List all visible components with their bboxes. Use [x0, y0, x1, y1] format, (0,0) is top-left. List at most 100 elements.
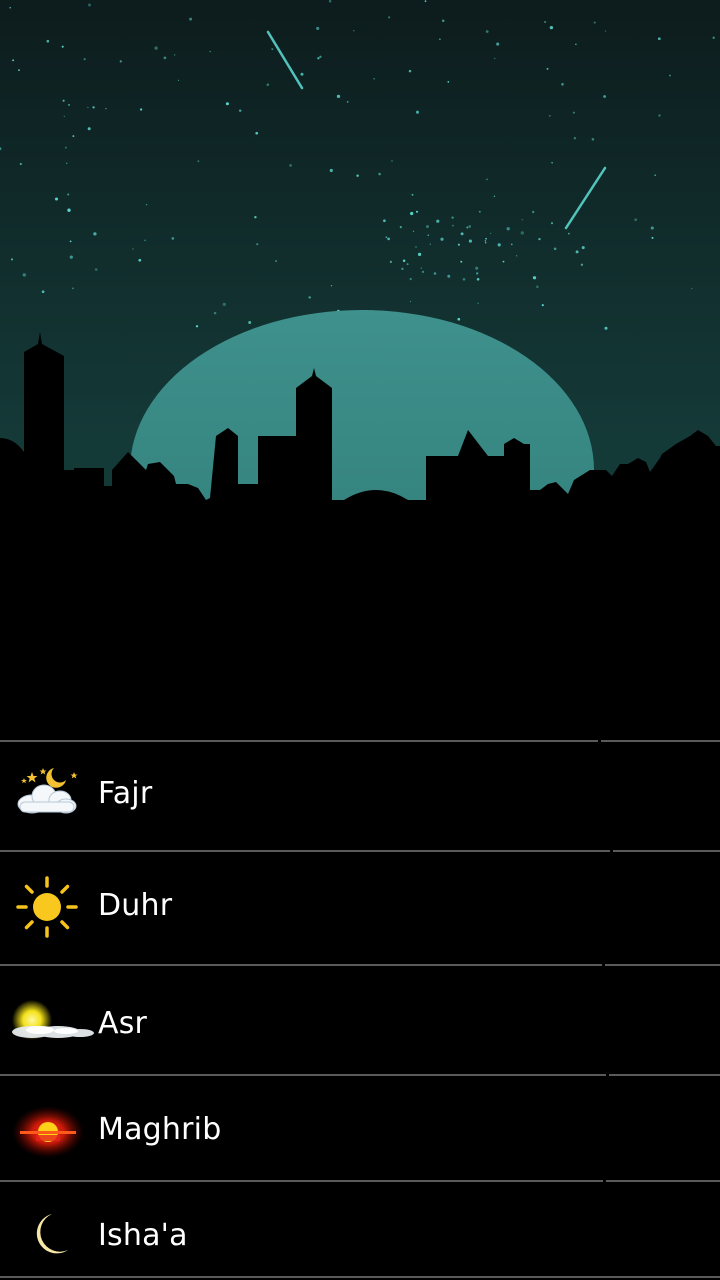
star	[209, 50, 211, 53]
prayer-row-asr[interactable]: Asr	[0, 964, 720, 1074]
star	[69, 240, 72, 243]
star	[457, 317, 461, 321]
star	[691, 287, 693, 290]
prayer-row-duhr[interactable]: Duhr	[0, 850, 720, 964]
star	[139, 108, 143, 111]
star	[68, 103, 70, 106]
star	[549, 25, 554, 30]
star	[63, 115, 65, 118]
crescent-moon-icon	[12, 1200, 82, 1270]
star	[275, 260, 277, 262]
star	[373, 78, 375, 80]
star	[651, 236, 654, 239]
star	[195, 325, 199, 328]
star	[72, 287, 74, 290]
star	[328, 0, 332, 3]
star	[457, 243, 460, 246]
prayer-name: Asr	[98, 1006, 148, 1041]
star	[429, 243, 431, 245]
star	[308, 296, 311, 299]
star	[475, 266, 479, 270]
star	[93, 232, 97, 236]
star	[154, 46, 158, 50]
star	[408, 69, 412, 73]
star	[573, 136, 577, 140]
skyline-ground	[0, 510, 720, 740]
star	[94, 268, 98, 271]
star	[87, 127, 91, 131]
star	[593, 21, 596, 24]
star	[300, 72, 304, 76]
star	[538, 237, 541, 241]
sun-behind-cloud-icon	[10, 990, 100, 1060]
star	[476, 272, 479, 275]
star	[575, 250, 579, 254]
star	[484, 240, 487, 242]
star	[497, 243, 501, 247]
star	[654, 174, 657, 177]
star	[391, 160, 393, 162]
star	[477, 302, 479, 305]
prayer-times-screen: Fajr Duhr Asr Maghrib Isha'a	[0, 0, 720, 1280]
star	[72, 135, 75, 138]
star	[451, 224, 454, 227]
star	[225, 102, 229, 106]
star	[485, 30, 489, 33]
star	[521, 218, 524, 221]
divider-gap	[602, 964, 605, 968]
star	[67, 193, 70, 196]
star	[548, 114, 551, 117]
star	[506, 227, 510, 231]
star	[447, 274, 451, 278]
sunset-icon	[10, 1096, 86, 1166]
star	[415, 110, 420, 114]
star	[378, 172, 381, 176]
star	[144, 239, 146, 242]
prayer-name: Duhr	[98, 888, 173, 923]
star	[88, 3, 91, 7]
star	[541, 304, 544, 307]
star	[669, 74, 671, 77]
prayer-name: Fajr	[98, 776, 153, 811]
star	[433, 272, 437, 275]
star	[415, 245, 417, 248]
star	[336, 94, 341, 99]
star	[177, 79, 180, 82]
star	[254, 215, 257, 219]
star	[406, 263, 409, 266]
star	[420, 267, 423, 269]
prayer-row-ishaa[interactable]: Isha'a	[0, 1180, 720, 1280]
star	[486, 178, 488, 181]
star	[389, 260, 392, 263]
star	[460, 260, 463, 263]
star	[132, 248, 134, 250]
star	[248, 321, 252, 324]
star	[604, 30, 607, 32]
star	[417, 252, 422, 257]
star	[9, 6, 12, 9]
star	[476, 278, 480, 281]
star	[163, 56, 167, 60]
star	[485, 237, 488, 240]
star	[466, 226, 469, 229]
star	[67, 208, 71, 212]
star	[64, 146, 67, 149]
prayer-row-maghrib[interactable]: Maghrib	[0, 1074, 720, 1180]
star	[409, 277, 412, 281]
star	[447, 81, 450, 83]
star	[551, 161, 553, 164]
star	[410, 211, 414, 216]
star	[650, 226, 654, 230]
star	[383, 219, 386, 223]
star	[356, 174, 359, 177]
star	[41, 290, 45, 294]
prayer-row-fajr[interactable]: Fajr	[0, 740, 720, 850]
star	[462, 277, 466, 281]
star	[468, 239, 472, 243]
star	[255, 131, 259, 135]
star	[346, 101, 349, 103]
star	[712, 36, 715, 39]
star	[330, 284, 333, 287]
prayer-name: Isha'a	[98, 1218, 188, 1253]
divider-gap	[606, 1074, 609, 1078]
